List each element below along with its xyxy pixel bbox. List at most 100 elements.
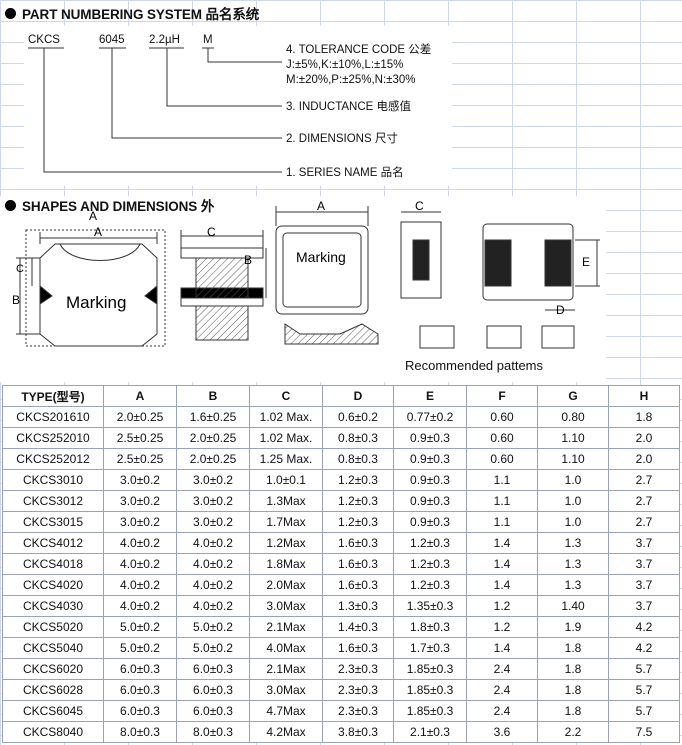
value-cell: 2.0 [608,427,680,449]
value-cell: 4.0±0.2 [176,595,250,617]
table-row: CKCS201610 2.0±0.25 1.6±0.25 1.02 Max. 0.6±0… [2,406,680,428]
marking-top-label: Marking [296,249,346,265]
label-dimensions: 2. DIMENSIONS 尺寸 [286,133,398,145]
value-cell: 0.9±0.3 [393,511,467,533]
value-cell: 0.60 [466,427,538,449]
value-cell: 5.0±0.2 [176,637,250,659]
value-cell: 1.3Max [249,490,323,512]
value-cell: 4.7Max [249,700,323,722]
value-cell: 1.4±0.3 [322,616,394,638]
value-cell: 1.8±0.3 [393,616,467,638]
recommended-patterns-label: Recommended pattems [405,358,544,373]
value-cell: 4.0±0.2 [103,532,177,554]
shapes-heading: SHAPES AND DIMENSIONS 外 [0,194,214,216]
value-cell: 3.0±0.2 [176,511,250,533]
value-cell: 1.3 [537,574,609,596]
value-cell: 1.02 Max. [249,427,323,449]
value-cell: 5.0±0.2 [103,616,177,638]
value-cell: 2.2 [537,721,609,743]
value-cell: 2.0 [608,448,680,470]
side-coil-drawing [400,211,455,349]
value-cell: 4.0±0.2 [176,553,250,575]
value-cell: 1.3 [537,553,609,575]
table-row: CKCS4020 4.0±0.2 4.0±0.2 2.0Max 1.6±0.3 1.2±0… [2,574,680,596]
value-cell: 1.2±0.3 [393,574,467,596]
type-cell: CKCS252012 [2,448,104,470]
value-cell: 2.4 [466,679,538,701]
part-numbering-panel: CKCS 6045 2.2µH M 4. TOLERANCE CODE 公差 J… [24,26,452,186]
value-cell: 1.6±0.3 [322,637,394,659]
value-cell: 3.0±0.2 [103,469,177,491]
type-cell: CKCS6045 [2,700,104,722]
value-cell: 4.0±0.2 [176,574,250,596]
value-cell: 0.6±0.2 [322,406,394,428]
type-cell: CKCS252010 [2,427,104,449]
table-row: CKCS4018 4.0±0.2 4.0±0.2 1.8Max 1.6±0.3 1.2±0… [2,553,680,575]
value-cell: 1.9 [537,616,609,638]
value-cell: 2.0±0.25 [103,406,177,428]
part-numbering-title: PART NUMBERING SYSTEM 品名系统 [22,7,260,22]
header-g: G [537,385,609,407]
value-cell: 4.0±0.2 [103,574,177,596]
type-cell: CKCS3012 [2,490,104,512]
header-h: H [608,385,680,407]
value-cell: 2.5±0.25 [103,427,177,449]
value-cell: 1.8 [537,679,609,701]
code-inductance: 2.2µH [149,34,180,46]
type-cell: CKCS6020 [2,658,104,680]
table-row: CKCS3015 3.0±0.2 3.0±0.2 1.7Max 1.2±0.3 0.9±0… [2,511,680,533]
value-cell: 1.1 [466,511,538,533]
value-cell: 1.2 [466,616,538,638]
value-cell: 1.4 [466,574,538,596]
table-row: CKCS6020 6.0±0.3 6.0±0.3 2.1Max 2.3±0.3 1.85±… [2,658,680,680]
type-cell: CKCS4030 [2,595,104,617]
value-cell: 1.2±0.3 [322,511,394,533]
value-cell: 1.6±0.3 [322,553,394,575]
dim-e-label: E [582,255,590,269]
value-cell: 2.3±0.3 [322,679,394,701]
table-body: CKCS201610 2.0±0.25 1.6±0.25 1.02 Max. 0.6±0… [2,406,680,743]
value-cell: 1.25 Max. [249,448,323,470]
value-cell: 0.9±0.3 [393,490,467,512]
value-cell: 2.3±0.3 [322,700,394,722]
type-cell: CKCS201610 [2,406,104,428]
value-cell: 2.1Max [249,658,323,680]
top-view-drawing [16,229,166,347]
value-cell: 1.02 Max. [249,406,323,428]
value-cell: 1.8 [537,658,609,680]
header-type: TYPE(型号) [2,385,104,407]
value-cell: 0.9±0.3 [393,469,467,491]
shapes-drawing-panel: A A C B Marking C B A Marking C E D Reco… [0,196,606,382]
type-cell: CKCS6028 [2,679,104,701]
value-cell: 1.6±0.3 [322,532,394,554]
value-cell: 6.0±0.3 [103,679,177,701]
value-cell: 6.0±0.3 [103,658,177,680]
bullet-icon [5,199,16,211]
value-cell: 0.77±0.2 [393,406,467,428]
value-cell: 1.8Max [249,553,323,575]
marking-label: Marking [66,293,126,312]
code-dimensions: 6045 [99,34,125,46]
header-e: E [393,385,467,407]
value-cell: 3.0±0.2 [103,511,177,533]
shapes-title: SHAPES AND DIMENSIONS 外 [22,199,215,214]
value-cell: 1.2±0.3 [393,553,467,575]
type-cell: CKCS4020 [2,574,104,596]
value-cell: 1.4 [466,532,538,554]
type-cell: CKCS8040 [2,721,104,743]
value-cell: 0.60 [466,406,538,428]
value-cell: 6.0±0.3 [176,679,250,701]
value-cell: 3.0±0.2 [103,490,177,512]
dim-b-label-2: B [244,253,252,267]
value-cell: 5.0±0.2 [103,637,177,659]
label-series: 1. SERIES NAME 品名 [286,167,404,179]
value-cell: 1.6±0.25 [176,406,250,428]
value-cell: 4.0±0.2 [103,595,177,617]
value-cell: 2.7 [608,511,680,533]
value-cell: 0.80 [537,406,609,428]
value-cell: 3.8±0.3 [322,721,394,743]
value-cell: 1.2±0.3 [322,469,394,491]
value-cell: 1.2Max [249,532,323,554]
value-cell: 1.3±0.3 [322,595,394,617]
value-cell: 1.2±0.3 [322,490,394,512]
